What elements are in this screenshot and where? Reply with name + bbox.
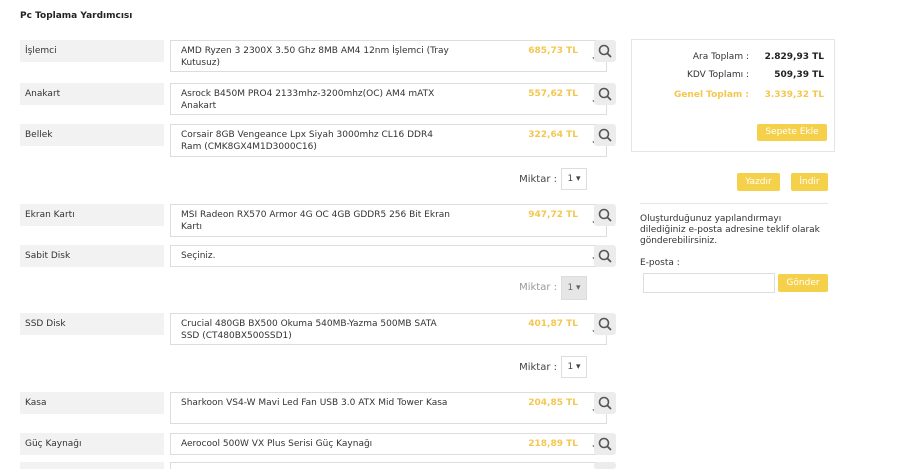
component-price: 685,73 TL	[528, 46, 578, 56]
search-button[interactable]	[594, 433, 616, 455]
search-button[interactable]	[594, 462, 616, 469]
quantity-label: Miktar :	[519, 362, 557, 373]
search-icon	[598, 396, 612, 410]
vat-value: 509,39 TL	[774, 70, 824, 80]
total-label: Genel Toplam :	[673, 90, 749, 100]
component-name: Asrock B450M PRO4 2133mhz-3200mhz(OC) AM…	[181, 89, 435, 111]
quantity-select[interactable]: 1 ▾	[561, 168, 587, 190]
quantity-select: 1 ▾	[561, 276, 587, 300]
component-label: SSD Disk	[20, 313, 164, 335]
quantity-label: Miktar :	[519, 282, 557, 293]
component-select-motherboard[interactable]: Asrock B450M PRO4 2133mhz-3200mhz(OC) AM…	[170, 83, 607, 115]
quantity-control-ssd: Miktar : 1 ▾	[500, 356, 587, 378]
component-price: 947,72 TL	[528, 210, 578, 220]
component-select-gpu[interactable]: MSI Radeon RX570 Armor 4G OC 4GB GDDR5 2…	[170, 204, 607, 237]
component-price: 218,89 TL	[528, 439, 578, 449]
send-button[interactable]: Gönder	[778, 274, 828, 292]
quantity-control-hdd: Miktar : 1 ▾	[500, 276, 587, 300]
component-name: MSI Radeon RX570 Armor 4G OC 4GB GDDR5 2…	[181, 210, 450, 232]
component-name: Corsair 8GB Vengeance Lpx Siyah 3000mhz …	[181, 130, 433, 152]
component-label: Kasa	[20, 392, 164, 414]
subtotal-label: Ara Toplam :	[692, 52, 749, 62]
search-button[interactable]	[594, 313, 616, 335]
email-input[interactable]	[643, 273, 775, 293]
component-name: Aerocool 500W VX Plus Serisi Güç Kaynağı	[181, 439, 373, 449]
component-label	[20, 462, 164, 469]
component-label: Sabit Disk	[20, 245, 164, 267]
search-icon	[598, 44, 612, 58]
component-select-psu[interactable]: Aerocool 500W VX Plus Serisi Güç Kaynağı…	[170, 433, 607, 455]
add-to-cart-button[interactable]: Sepete Ekle	[757, 124, 827, 141]
total-value: 3.339,32 TL	[764, 90, 824, 100]
component-price: 401,87 TL	[528, 319, 578, 329]
divider	[640, 203, 828, 204]
component-price: 204,85 TL	[528, 398, 578, 408]
search-icon	[598, 87, 612, 101]
page-title: Pc Toplama Yardımcısı	[20, 11, 133, 21]
component-select-ssd[interactable]: Crucial 480GB BX500 Okuma 540MB-Yazma 50…	[170, 313, 607, 345]
subtotal-value: 2.829,93 TL	[764, 52, 824, 62]
search-button[interactable]	[594, 83, 616, 105]
component-price: 557,62 TL	[528, 89, 578, 99]
component-label: Güç Kaynağı	[20, 433, 164, 455]
component-name: Seçiniz.	[181, 251, 216, 261]
search-button[interactable]	[594, 245, 616, 267]
component-name: Crucial 480GB BX500 Okuma 540MB-Yazma 50…	[181, 319, 437, 341]
component-name: Sharkoon VS4-W Mavi Led Fan USB 3.0 ATX …	[181, 398, 448, 408]
component-price: 322,64 TL	[528, 130, 578, 140]
search-icon	[598, 317, 612, 331]
email-description: Oluşturduğunuz yapılandırmayı dilediğini…	[640, 214, 820, 246]
component-select-memory[interactable]: Corsair 8GB Vengeance Lpx Siyah 3000mhz …	[170, 124, 607, 157]
component-label: Bellek	[20, 124, 164, 146]
quantity-label: Miktar :	[519, 174, 557, 185]
search-icon	[598, 249, 612, 263]
component-select-hdd[interactable]: Seçiniz. ⌄	[170, 245, 607, 267]
component-label: Anakart	[20, 83, 164, 105]
download-button[interactable]: İndir	[791, 173, 828, 191]
vat-label: KDV Toplamı :	[686, 70, 749, 80]
component-select-cpu[interactable]: AMD Ryzen 3 2300X 3.50 Ghz 8MB AM4 12nm …	[170, 40, 607, 72]
component-name: AMD Ryzen 3 2300X 3.50 Ghz 8MB AM4 12nm …	[181, 46, 449, 68]
component-select-case[interactable]: Sharkoon VS4-W Mavi Led Fan USB 3.0 ATX …	[170, 392, 607, 424]
search-button[interactable]	[594, 392, 616, 414]
component-label: Ekran Kartı	[20, 204, 164, 226]
search-icon	[598, 437, 612, 451]
component-label: İşlemci	[20, 40, 164, 62]
search-button[interactable]	[594, 40, 616, 62]
search-button[interactable]	[594, 204, 616, 226]
search-button[interactable]	[594, 124, 616, 146]
component-select[interactable]	[170, 462, 607, 469]
quantity-control-memory: Miktar : 1 ▾	[500, 168, 587, 190]
search-icon	[598, 208, 612, 222]
print-button[interactable]: Yazdır	[737, 173, 780, 191]
search-icon	[598, 128, 612, 142]
quantity-select[interactable]: 1 ▾	[561, 356, 587, 378]
order-summary: Ara Toplam : 2.829,93 TL KDV Toplamı : 5…	[631, 39, 835, 152]
email-label: E-posta :	[640, 258, 680, 268]
